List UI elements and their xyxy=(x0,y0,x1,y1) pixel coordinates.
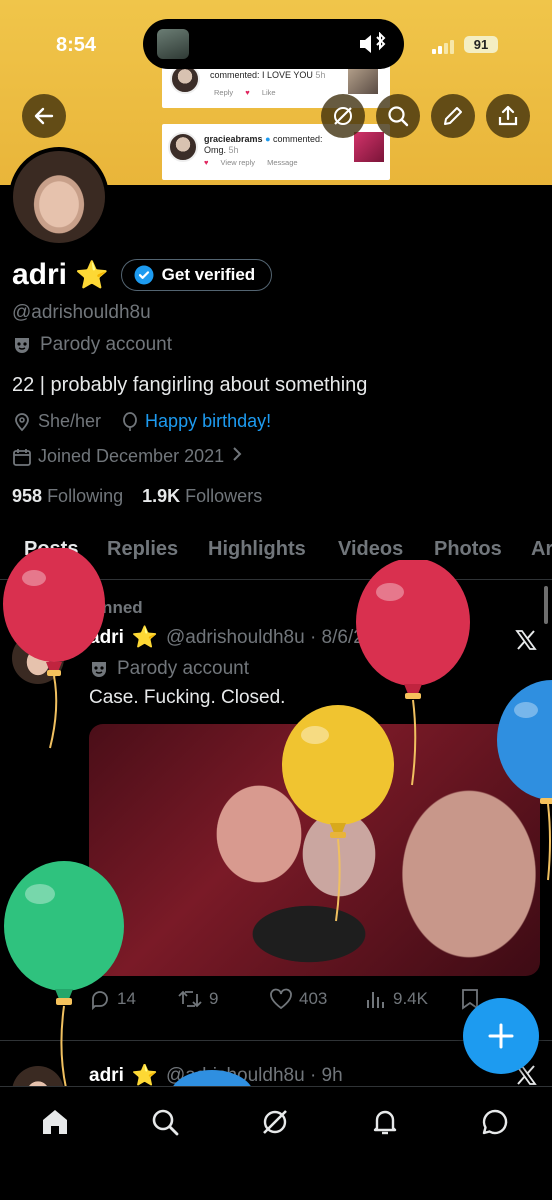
tab-photos[interactable]: Photos xyxy=(434,538,502,561)
birthday-balloon-blue xyxy=(172,1070,252,1088)
calendar-icon xyxy=(12,447,32,467)
nav-search[interactable] xyxy=(148,1105,182,1139)
chat-bubble-icon xyxy=(482,1109,508,1135)
nav-grok[interactable] xyxy=(258,1105,292,1139)
bluetooth-mute-icon xyxy=(358,31,388,61)
following-label: Following xyxy=(47,486,124,506)
birthday-link[interactable]: Happy birthday! xyxy=(145,411,271,432)
heart-icon xyxy=(270,988,292,1010)
star-emoji: ⭐ xyxy=(131,1064,159,1087)
birthday-balloon-yellow xyxy=(282,705,394,922)
tab-videos[interactable]: Videos xyxy=(338,538,403,561)
profile-avatar[interactable] xyxy=(9,147,109,247)
notification-comment: Omg. xyxy=(204,145,227,155)
post-handle-date: @adrishouldh8u · 8/6/25 xyxy=(166,627,375,648)
grok-icon xyxy=(263,1110,287,1134)
get-verified-button[interactable]: Get verified xyxy=(120,259,273,291)
nav-home[interactable] xyxy=(38,1105,72,1139)
back-arrow-icon xyxy=(34,107,54,125)
parody-mask-icon xyxy=(15,338,29,353)
following-link[interactable]: 958 Following xyxy=(12,486,123,506)
followers-link[interactable]: 1.9K Followers xyxy=(142,486,262,506)
balloon-icon xyxy=(121,411,139,432)
notification-text: commented: I LOVE YOU xyxy=(210,70,313,80)
profile-handle: @adrishouldh8u xyxy=(12,302,151,323)
now-playing-thumbnail xyxy=(157,29,189,59)
parody-account-label: Parody account xyxy=(12,334,172,356)
tab-replies[interactable]: Replies xyxy=(107,538,178,561)
share-button[interactable] xyxy=(486,94,530,138)
notification-avatar xyxy=(168,132,198,162)
birthday-balloon-blue xyxy=(497,680,552,881)
grok-button[interactable] xyxy=(321,94,365,138)
search-button[interactable] xyxy=(376,94,420,138)
birthday-balloon-green xyxy=(4,861,124,1089)
view-reply-label: View reply xyxy=(220,158,256,167)
views-count: 9.4K xyxy=(393,989,428,1008)
edit-button[interactable] xyxy=(431,94,475,138)
battery-indicator: 91 xyxy=(464,36,498,53)
following-count: 958 xyxy=(12,486,43,506)
message-label: Message xyxy=(267,158,298,167)
followers-count: 1.9K xyxy=(142,486,181,506)
back-button[interactable] xyxy=(22,94,66,138)
grok-icon xyxy=(334,107,352,125)
repost-icon xyxy=(178,990,202,1008)
post-parody-label: Parody account xyxy=(89,658,249,680)
joined-date[interactable]: Joined December 2021 xyxy=(12,446,242,467)
repost-count: 9 xyxy=(209,989,219,1008)
cellular-signal-icon xyxy=(432,38,458,59)
compose-post-button[interactable] xyxy=(463,998,539,1074)
notification-text: commented: xyxy=(273,134,323,144)
tab-highlights[interactable]: Highlights xyxy=(208,538,306,561)
bottom-navigation xyxy=(0,1086,552,1200)
birthday-balloon-red xyxy=(3,548,105,749)
bell-icon xyxy=(373,1110,397,1135)
scrollbar[interactable] xyxy=(544,586,548,624)
notification-time: 5h xyxy=(228,145,239,155)
search-icon xyxy=(152,1109,179,1136)
notification-time: 5h xyxy=(315,70,326,80)
follow-stats: 958 Following 1.9K Followers xyxy=(12,486,262,507)
dynamic-island xyxy=(143,19,404,69)
star-emoji: ⭐ xyxy=(75,260,109,290)
like-button[interactable]: 403 xyxy=(269,988,365,1010)
verified-badge-icon xyxy=(134,265,154,285)
get-verified-label: Get verified xyxy=(161,265,256,284)
share-icon xyxy=(498,105,518,126)
parody-text: Parody account xyxy=(40,334,173,355)
notification-user: gracieabrams xyxy=(204,134,263,144)
views-button[interactable]: 9.4K xyxy=(365,988,461,1010)
profile-bio: 22 | probably fangirling about something xyxy=(12,374,368,396)
star-emoji: ⭐ xyxy=(131,626,159,649)
nav-notifications[interactable] xyxy=(368,1105,402,1139)
search-icon xyxy=(388,106,409,127)
nav-messages[interactable] xyxy=(478,1105,512,1139)
reply-label: Reply xyxy=(214,88,234,97)
tab-articles[interactable]: Ar xyxy=(531,538,552,561)
post-text: Case. Fucking. Closed. xyxy=(89,687,286,708)
plus-icon xyxy=(488,1023,514,1049)
x-logo-icon xyxy=(514,628,538,657)
repost-button[interactable]: 9 xyxy=(177,988,269,1010)
post-actions: 14 9 403 9.4K xyxy=(89,988,539,1010)
status-time: 8:54 xyxy=(56,34,97,56)
post-parody-text: Parody account xyxy=(117,658,250,679)
location-icon xyxy=(12,412,32,432)
display-name: adri xyxy=(12,258,68,291)
like-count: 403 xyxy=(299,989,328,1008)
like-label: Like xyxy=(261,88,276,97)
chevron-right-icon xyxy=(232,446,242,467)
joined-text: Joined December 2021 xyxy=(38,446,225,466)
pronouns: She/her xyxy=(38,411,102,431)
views-chart-icon xyxy=(367,992,384,1008)
pencil-icon xyxy=(444,107,462,125)
followers-label: Followers xyxy=(185,486,263,506)
home-icon xyxy=(43,1110,67,1134)
notification-thumbnail xyxy=(354,132,384,162)
